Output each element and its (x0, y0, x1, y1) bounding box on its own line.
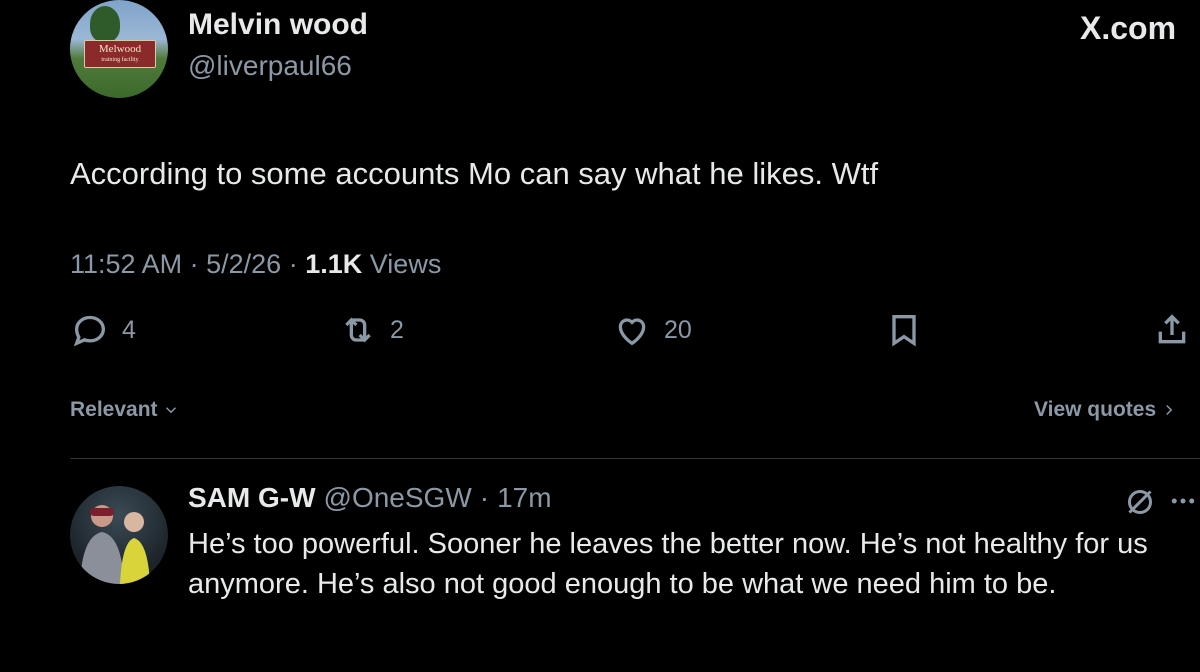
like-count: 20 (664, 315, 692, 344)
reply-author-handle[interactable]: @OneSGW (324, 482, 472, 514)
repost-button[interactable]: 2 (338, 310, 404, 350)
tweet-text: According to some accounts Mo can say wh… (70, 156, 879, 191)
repost-icon (345, 317, 371, 343)
tweet-date[interactable]: 5/2/26 (206, 249, 281, 279)
reply-separator: · (479, 482, 490, 513)
tweet-time[interactable]: 11:52 AM (70, 249, 182, 279)
meta-separator: · (288, 249, 298, 279)
chevron-right-icon (1166, 404, 1173, 416)
more-button[interactable] (1168, 486, 1198, 521)
bookmark-button[interactable] (884, 310, 924, 350)
reply-avatar-photo (80, 505, 150, 584)
view-quotes-link[interactable]: View quotes (1034, 398, 1178, 422)
divider (70, 458, 1200, 459)
share-icon (1158, 314, 1186, 344)
more-icon (1171, 498, 1195, 504)
reply-text: He’s too powerful. Sooner he leaves the … (188, 528, 1148, 600)
repost-count: 2 (390, 315, 404, 344)
avatar-sign: Melwood training facility (84, 40, 156, 68)
relevant-label: Relevant (70, 398, 158, 421)
like-button[interactable]: 20 (612, 310, 692, 350)
avatar-sign-subtext: training facility (101, 57, 139, 63)
brand-watermark: X.com (1080, 10, 1177, 46)
bookmark-icon (892, 315, 916, 347)
author-handle[interactable]: @liverpaul66 (188, 50, 352, 82)
view-quotes-label: View quotes (1034, 398, 1157, 421)
heart-icon (618, 318, 646, 346)
reply-author-avatar[interactable] (70, 486, 168, 584)
author-name[interactable]: Melvin wood (188, 8, 368, 42)
reply-icon (73, 315, 106, 347)
chevron-down-icon (165, 407, 176, 414)
avatar-tree (90, 6, 120, 42)
reply-header: SAM G-W @OneSGW · 17m (188, 482, 552, 514)
grok-icon (1128, 490, 1152, 514)
share-button[interactable] (1152, 310, 1192, 350)
avatar-sign-text: Melwood (98, 43, 142, 55)
author-avatar[interactable]: Melwood training facility (70, 0, 168, 98)
views-label: Views (369, 249, 442, 279)
grok-button[interactable] (1122, 484, 1158, 525)
meta-separator: · (189, 249, 199, 279)
reply-age[interactable]: 17m (497, 482, 551, 514)
views-count: 1.1K (305, 249, 363, 279)
reply-button[interactable]: 4 (70, 310, 136, 350)
reply-author-name[interactable]: SAM G-W (188, 482, 316, 514)
relevant-dropdown[interactable]: Relevant (70, 398, 180, 422)
tweet-meta: 11:52 AM · 5/2/26 · 1.1K Views (70, 249, 441, 280)
reply-count: 4 (122, 315, 136, 344)
